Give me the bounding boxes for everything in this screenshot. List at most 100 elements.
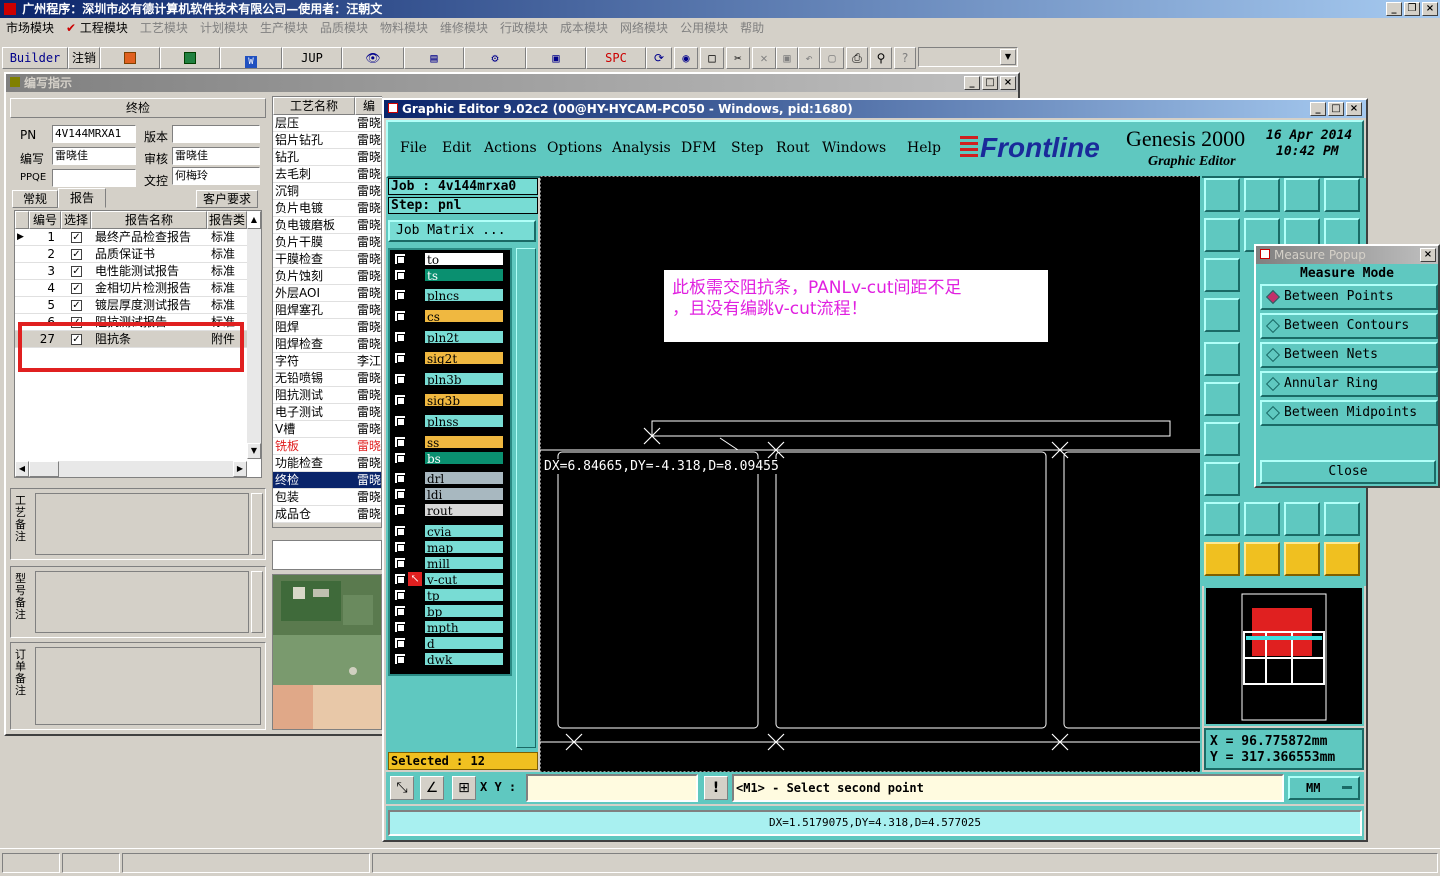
builder-button[interactable]: Builder: [2, 47, 68, 69]
layer-row[interactable]: ldi: [390, 487, 508, 502]
grid-header-name[interactable]: 报告名称: [91, 211, 207, 229]
measure-between-contours[interactable]: Between Contours: [1260, 313, 1438, 339]
scroll-left-icon[interactable]: ◀: [15, 461, 29, 477]
scroll-thumb[interactable]: [29, 461, 59, 477]
undo-icon[interactable]: ↶: [798, 47, 820, 69]
layer-checkbox[interactable]: [394, 472, 406, 484]
tab-report[interactable]: 报告: [58, 188, 106, 208]
ge-maximize-button[interactable]: □: [1328, 102, 1344, 116]
refresh-icon[interactable]: ⟳: [646, 47, 672, 69]
toolbar-dropdown[interactable]: ▼: [918, 47, 1018, 67]
grid-header-no[interactable]: 编号: [29, 211, 61, 229]
report-checkbox[interactable]: ✓: [71, 229, 82, 246]
delete-icon[interactable]: ✕: [752, 47, 776, 69]
units-dropdown[interactable]: MM: [1288, 776, 1360, 800]
order-note-field[interactable]: [35, 647, 261, 725]
pan-left-icon[interactable]: [1204, 218, 1240, 252]
process-row[interactable]: 阻抗测试 雷晓: [273, 387, 381, 404]
triangle-d-icon[interactable]: [1324, 502, 1360, 536]
layer-row[interactable]: tp: [390, 588, 508, 603]
process-row[interactable]: 外层AOI 雷晓: [273, 285, 381, 302]
pointer-select-icon[interactable]: [1244, 542, 1280, 576]
layer-row[interactable]: mill: [390, 556, 508, 571]
layer-checkbox[interactable]: [394, 373, 406, 385]
layer-checkbox[interactable]: [394, 621, 406, 633]
layer-row[interactable]: bs: [390, 451, 508, 466]
pfqe-field[interactable]: [52, 169, 136, 187]
process-row[interactable]: 负片干膜 雷晓: [273, 234, 381, 251]
window-view-icon[interactable]: [1324, 178, 1360, 212]
spc-button[interactable]: SPC: [586, 47, 646, 69]
layer-checkbox[interactable]: [394, 452, 406, 464]
word-icon[interactable]: W: [220, 47, 282, 69]
layer-row[interactable]: mpth: [390, 620, 508, 635]
scroll-up-icon[interactable]: ▲: [247, 211, 261, 229]
report-row[interactable]: 5 ✓ 镀层厚度测试报告 标准: [15, 297, 247, 314]
menu-item-plan[interactable]: 计划模块: [194, 18, 254, 38]
layer-checkbox[interactable]: [394, 557, 406, 569]
left-minimize-button[interactable]: _: [964, 76, 980, 90]
triangle-b-icon[interactable]: [1244, 502, 1280, 536]
process-row[interactable]: 电子测试 雷晓: [273, 404, 381, 421]
resize-icon[interactable]: ⤡: [390, 776, 414, 800]
grid-header-select[interactable]: 选择: [61, 211, 91, 229]
scroll-down-icon[interactable]: ▼: [247, 443, 261, 459]
measure-tool-icon[interactable]: [1204, 298, 1240, 332]
report-row[interactable]: 3 ✓ 电性能测试报告 标准: [15, 263, 247, 280]
layer-row[interactable]: ss: [390, 435, 508, 450]
process-row[interactable]: 去毛刺 雷晓: [273, 166, 381, 183]
checkmark-icon[interactable]: ✓: [71, 232, 82, 243]
ge-menu-analysis[interactable]: Analysis: [612, 140, 671, 156]
layer-checkbox[interactable]: [394, 541, 406, 553]
process-header-name[interactable]: 工艺名称: [273, 97, 355, 115]
angle-measure-icon[interactable]: ∠: [420, 776, 444, 800]
logout-button[interactable]: 注销: [68, 47, 100, 69]
scroll-right-icon[interactable]: ▶: [233, 461, 247, 477]
grid-horizontal-scrollbar[interactable]: ◀ ▶: [15, 461, 247, 477]
report-checkbox[interactable]: ✓: [71, 263, 82, 280]
ge-menu-rout[interactable]: Rout: [776, 140, 810, 156]
job-matrix-button[interactable]: Job Matrix ...: [388, 220, 536, 242]
menu-item-cost[interactable]: 成本模块: [554, 18, 614, 38]
menu-item-material[interactable]: 物料模块: [374, 18, 434, 38]
layer-row[interactable]: pln2t: [390, 330, 508, 345]
process-row[interactable]: 沉铜 雷晓: [273, 183, 381, 200]
help-icon[interactable]: ?: [894, 47, 916, 69]
layer-row[interactable]: ↖ v-cut: [390, 572, 508, 587]
restore-button[interactable]: ❐: [1404, 2, 1420, 16]
layer-row[interactable]: sig3b: [390, 393, 508, 408]
layer-row[interactable]: pln3b: [390, 372, 508, 387]
ge-menu-step[interactable]: Step: [731, 140, 763, 156]
triangle-a-icon[interactable]: [1204, 502, 1240, 536]
menu-item-engineering[interactable]: ✔ 工程模块: [60, 18, 134, 38]
print-icon[interactable]: ⎙: [846, 47, 868, 69]
close-button[interactable]: ×: [1422, 2, 1438, 16]
process-row[interactable]: 钻孔 雷晓: [273, 149, 381, 166]
ppt-icon[interactable]: [100, 47, 160, 69]
process-row[interactable]: 阻焊塞孔 雷晓: [273, 302, 381, 319]
eye-icon[interactable]: 👁: [342, 47, 404, 69]
report-checkbox[interactable]: ✓: [71, 280, 82, 297]
layer-checkbox[interactable]: [394, 352, 406, 364]
network-icon[interactable]: ⚙: [464, 47, 526, 69]
layer-checkbox[interactable]: [394, 394, 406, 406]
menu-item-maintenance[interactable]: 维修模块: [434, 18, 494, 38]
layer-checkbox[interactable]: [394, 310, 406, 322]
report-row[interactable]: 4 ✓ 金相切片检测报告 标准: [15, 280, 247, 297]
layer-checkbox[interactable]: [394, 589, 406, 601]
process-row[interactable]: 负片电镀 雷晓: [273, 200, 381, 217]
grid-vertical-scrollbar[interactable]: [247, 229, 261, 459]
menu-item-admin[interactable]: 行政模块: [494, 18, 554, 38]
process-row[interactable]: V槽 雷晓: [273, 421, 381, 438]
process-row[interactable]: 字符 李江: [273, 353, 381, 370]
pointer-link-icon[interactable]: [1324, 542, 1360, 576]
fit-icon[interactable]: [1204, 258, 1240, 292]
zoom-home-icon[interactable]: [1204, 178, 1240, 212]
ge-menu-file[interactable]: File: [400, 140, 427, 156]
menu-item-production[interactable]: 生产模块: [254, 18, 314, 38]
process-row[interactable]: 铝片钻孔 雷晓: [273, 132, 381, 149]
layer-checkbox[interactable]: [394, 269, 406, 281]
measure-close-x-button[interactable]: ×: [1420, 248, 1436, 262]
layer-row[interactable]: rout: [390, 503, 508, 518]
pointer-icon[interactable]: [1204, 542, 1240, 576]
